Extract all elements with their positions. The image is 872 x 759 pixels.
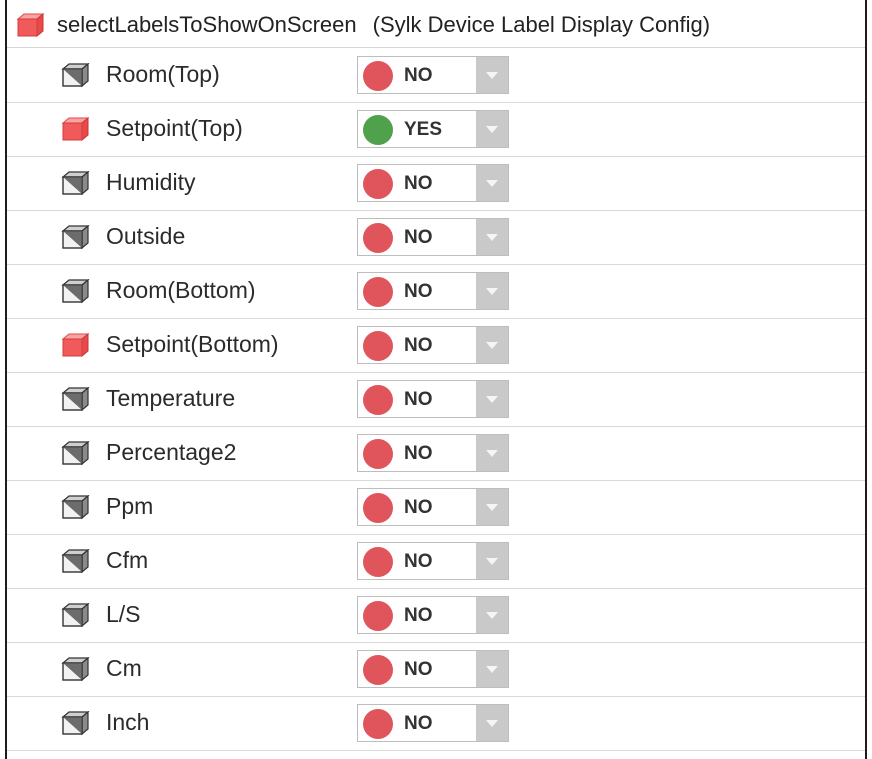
dropdown-value: NO [404,389,433,410]
property-row: Cfm NO [7,534,865,589]
status-dot-icon [363,61,393,91]
value-dropdown[interactable]: YES [357,110,509,148]
value-dropdown[interactable]: NO [357,380,509,418]
property-row: Temperature NO [7,372,865,427]
status-dot-icon [363,331,393,361]
property-header: selectLabelsToShowOnScreen (Sylk Device L… [7,0,865,48]
value-dropdown[interactable]: NO [357,272,509,310]
chevron-down-icon[interactable] [476,273,508,309]
property-label: Temperature [106,385,236,411]
property-row: Room(Bottom) NO [7,264,865,319]
dropdown-value: NO [404,173,433,194]
status-dot-icon [363,547,393,577]
property-label: Cm [106,655,142,681]
status-dot-icon [363,493,393,523]
property-row: Setpoint(Top) YES [7,102,865,157]
chevron-down-icon[interactable] [476,111,508,147]
gray-property-cube-icon [60,62,90,88]
dropdown-value: NO [404,713,433,734]
chevron-down-icon[interactable] [476,489,508,525]
chevron-down-icon[interactable] [476,651,508,687]
dropdown-value: NO [404,551,433,572]
value-dropdown[interactable]: NO [357,488,509,526]
chevron-down-icon[interactable] [476,705,508,741]
status-dot-icon [363,115,393,145]
status-dot-icon [363,385,393,415]
status-dot-icon [363,601,393,631]
property-row: Inch NO [7,696,865,751]
red-property-cube-icon [60,332,90,358]
status-dot-icon [363,223,393,253]
property-row: Humidity NO [7,156,865,211]
property-row: Percentage2 NO [7,426,865,481]
chevron-down-icon[interactable] [476,165,508,201]
value-dropdown[interactable]: NO [357,326,509,364]
property-label: Setpoint(Bottom) [106,331,279,357]
property-label: Cfm [106,547,149,573]
property-row: Setpoint(Bottom) NO [7,318,865,373]
dropdown-value: NO [404,281,433,302]
value-dropdown[interactable]: NO [357,434,509,472]
property-type: (Sylk Device Label Display Config) [372,12,711,37]
gray-property-cube-icon [60,386,90,412]
dropdown-value: NO [404,443,433,464]
chevron-down-icon[interactable] [476,381,508,417]
value-dropdown[interactable]: NO [357,218,509,256]
property-label: L/S [106,601,141,627]
chevron-down-icon[interactable] [476,57,508,93]
chevron-down-icon[interactable] [476,327,508,363]
chevron-down-icon[interactable] [476,435,508,471]
status-dot-icon [363,169,393,199]
property-label: Room(Bottom) [106,277,256,303]
property-name: selectLabelsToShowOnScreen [57,12,357,37]
value-dropdown[interactable]: NO [357,542,509,580]
chevron-down-icon[interactable] [476,219,508,255]
gray-property-cube-icon [60,494,90,520]
red-property-cube-icon [15,12,45,38]
dropdown-value: NO [404,227,433,248]
gray-property-cube-icon [60,224,90,250]
status-dot-icon [363,709,393,739]
value-dropdown[interactable]: NO [357,596,509,634]
property-label: Setpoint(Top) [106,115,243,141]
property-row: Ppm NO [7,480,865,535]
property-label: Humidity [106,169,196,195]
dropdown-value: NO [404,65,433,86]
dropdown-value: YES [404,119,443,140]
property-row: L/S NO [7,588,865,643]
property-row: Room(Top) NO [7,48,865,103]
status-dot-icon [363,277,393,307]
status-dot-icon [363,655,393,685]
property-label: Inch [106,709,150,735]
red-property-cube-icon [60,116,90,142]
chevron-down-icon[interactable] [476,597,508,633]
dropdown-value: NO [404,659,433,680]
property-label: Outside [106,223,186,249]
gray-property-cube-icon [60,170,90,196]
dropdown-value: NO [404,497,433,518]
dropdown-value: NO [404,335,433,356]
gray-property-cube-icon [60,656,90,682]
value-dropdown[interactable]: NO [357,56,509,94]
property-label: Room(Top) [106,61,220,87]
value-dropdown[interactable]: NO [357,650,509,688]
gray-property-cube-icon [60,278,90,304]
gray-property-cube-icon [60,548,90,574]
gray-property-cube-icon [60,602,90,628]
gray-property-cube-icon [60,440,90,466]
value-dropdown[interactable]: NO [357,704,509,742]
property-label: Percentage2 [106,439,237,465]
property-row: Cm NO [7,642,865,697]
chevron-down-icon[interactable] [476,543,508,579]
property-label: Ppm [106,493,154,519]
property-row: Outside NO [7,210,865,265]
gray-property-cube-icon [60,710,90,736]
dropdown-value: NO [404,605,433,626]
property-sheet: selectLabelsToShowOnScreen (Sylk Device L… [5,0,867,759]
status-dot-icon [363,439,393,469]
value-dropdown[interactable]: NO [357,164,509,202]
property-title: selectLabelsToShowOnScreen (Sylk Device L… [57,12,710,38]
